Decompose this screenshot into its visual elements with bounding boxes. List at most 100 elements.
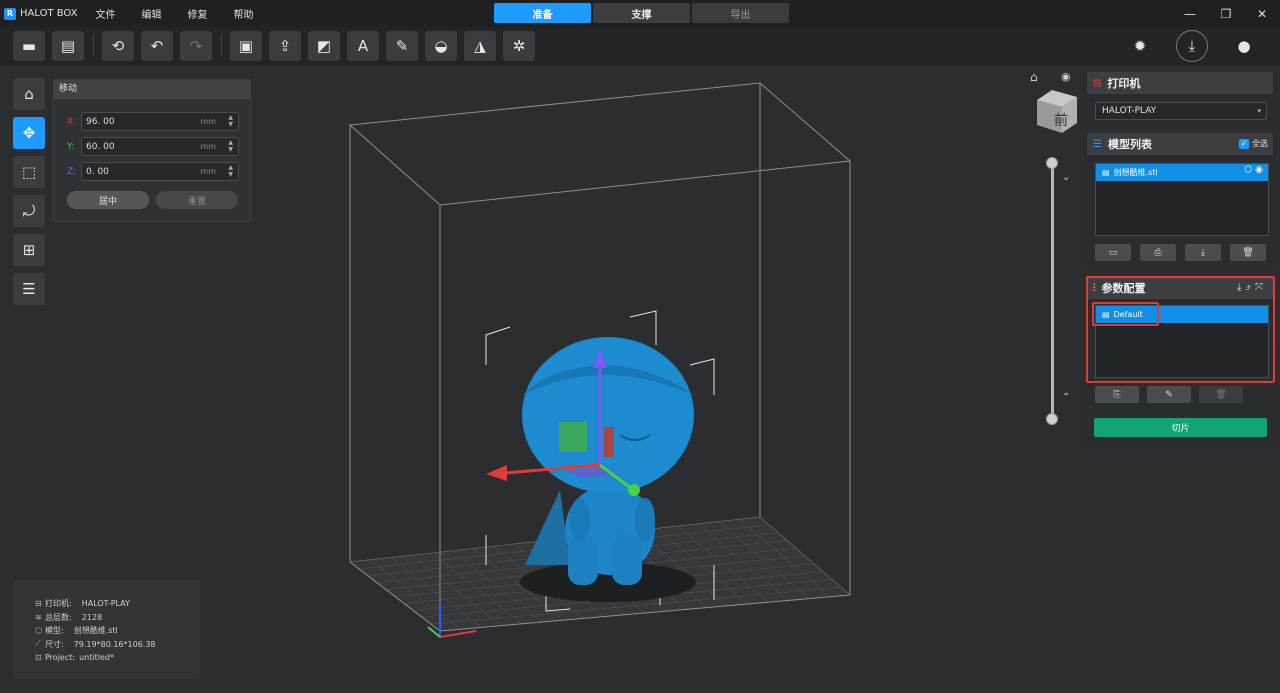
- view-cube-front-label: 前: [1054, 112, 1068, 129]
- info-layers: ≋ 总层数: 2128: [35, 612, 103, 622]
- menu-bar: 文件 编辑 修复 帮助: [96, 6, 280, 21]
- undo-icon[interactable]: ↶: [141, 31, 173, 61]
- rotate-tool-icon[interactable]: ⤾: [13, 195, 45, 227]
- text-icon[interactable]: A: [347, 31, 379, 61]
- lay-flat-icon[interactable]: ◒: [425, 31, 457, 61]
- slider-bottom-handle[interactable]: [1046, 413, 1058, 425]
- view-cube[interactable]: 前: [1037, 90, 1077, 133]
- history-icon[interactable]: ⟲: [102, 31, 134, 61]
- menu-repair[interactable]: 修复: [188, 6, 208, 21]
- y-unit: mm: [200, 142, 216, 151]
- mirror-icon[interactable]: ◮: [464, 31, 496, 61]
- tab-support[interactable]: 支撑: [593, 3, 690, 23]
- title-bar: R HALOT BOX 文件 编辑 修复 帮助 准备 支撑 导出 — ❐ ✕: [0, 0, 1280, 27]
- info-model: ⬡ 模型: 创想酷维.stl: [35, 626, 118, 636]
- highlight-param-section: [1086, 276, 1275, 383]
- duplicate-tool-icon[interactable]: ⊞: [13, 234, 45, 266]
- settings-icon[interactable]: ✹: [1124, 30, 1156, 62]
- chevron-up-icon[interactable]: ⌃: [1062, 392, 1070, 403]
- model-info-panel: ⊟ 打印机: HALOT-PLAY ≋ 总层数: 2128 ⬡ 模型: 创想酷维.stl ⟋…: [13, 580, 200, 679]
- x-unit: mm: [200, 117, 216, 126]
- auto-layout-icon[interactable]: ⌂: [13, 78, 45, 110]
- move-tool-icon[interactable]: ✥: [13, 117, 45, 149]
- close-icon[interactable]: ✕: [1244, 7, 1280, 21]
- model-list: ▤ 创想酷维.stl ⬡ ◉: [1095, 163, 1269, 236]
- restore-icon[interactable]: ❐: [1208, 7, 1244, 21]
- y-input[interactable]: 60. 00 mm ▲ ▼: [81, 137, 239, 156]
- measure-icon[interactable]: ✎: [386, 31, 418, 61]
- layer-slider[interactable]: [1046, 157, 1058, 425]
- place-model-icon[interactable]: ⤓: [1185, 244, 1221, 261]
- file-icon: ▤: [1102, 168, 1110, 177]
- cube-icon: ⬡: [35, 626, 42, 636]
- home-view-icon[interactable]: ⌂: [1030, 70, 1038, 84]
- tab-export[interactable]: 导出: [692, 3, 789, 23]
- repair-icon[interactable]: ✲: [503, 31, 535, 61]
- printer-select[interactable]: HALOT-PLAY ▾: [1095, 102, 1267, 120]
- layers-icon: ≋: [35, 612, 42, 622]
- z-spinner[interactable]: ▲ ▼: [228, 164, 233, 178]
- y-label: Y:: [67, 141, 75, 152]
- chevron-down-icon[interactable]: ⌄: [1062, 172, 1070, 183]
- checkbox-icon: ✓: [1239, 138, 1249, 149]
- hollow-icon[interactable]: ▣: [230, 31, 262, 61]
- model-list-buttons: ▭ ⎙ ⤓ 🗑: [1095, 244, 1275, 261]
- x-row: X: 96. 00 mm ▲ ▼: [67, 112, 239, 131]
- menu-edit[interactable]: 编辑: [142, 6, 162, 21]
- z-label: Z:: [67, 166, 77, 177]
- slider-top-handle[interactable]: [1046, 157, 1058, 169]
- logo-icon: R: [4, 7, 16, 20]
- open-folder-icon[interactable]: ▭: [1095, 244, 1131, 261]
- project-icon: ⊡: [35, 653, 42, 663]
- model-list-header: ☰ 模型列表 ✓ 全选: [1087, 133, 1273, 155]
- list-item[interactable]: ▤ 创想酷维.stl ⬡ ◉: [1096, 164, 1268, 181]
- y-value: 60. 00: [86, 141, 115, 152]
- visibility-eye-icon[interactable]: ◉: [1061, 70, 1071, 83]
- center-button[interactable]: 居中: [67, 191, 149, 209]
- move-panel: 移动 X: 96. 00 mm ▲ ▼ Y: 60. 00 mm ▲ ▼ Z: 0.…: [53, 79, 251, 222]
- download-icon[interactable]: ⤓: [1176, 30, 1208, 62]
- tab-prepare[interactable]: 准备: [494, 3, 591, 23]
- x-label: X:: [67, 116, 77, 127]
- x-value: 96. 00: [86, 116, 115, 127]
- delete-icon[interactable]: 🗑: [1199, 386, 1243, 403]
- scale-tool-icon[interactable]: ⬚: [13, 156, 45, 188]
- y-spinner[interactable]: ▲ ▼: [228, 139, 233, 153]
- info-project: ⊡ Project: untitled*: [35, 653, 114, 663]
- delete-icon[interactable]: 🗑: [1230, 244, 1266, 261]
- toolbar-divider: [93, 34, 94, 58]
- slice-button[interactable]: 切片: [1094, 418, 1267, 437]
- redo-icon[interactable]: ↷: [180, 31, 212, 61]
- window-controls: — ❐ ✕: [1172, 0, 1280, 27]
- x-input[interactable]: 96. 00 mm ▲ ▼: [81, 112, 239, 131]
- printer-header: ⊟ 打印机: [1087, 72, 1273, 94]
- list-icon: ☰: [1093, 138, 1102, 150]
- export-model-icon[interactable]: ⇪: [269, 31, 301, 61]
- x-spinner[interactable]: ▲ ▼: [228, 114, 233, 128]
- minimize-icon[interactable]: —: [1172, 7, 1208, 21]
- cut-icon[interactable]: ◩: [308, 31, 340, 61]
- menu-help[interactable]: 帮助: [234, 6, 254, 21]
- select-all-checkbox[interactable]: ✓ 全选: [1239, 138, 1268, 149]
- z-input[interactable]: 0. 00 mm ▲ ▼: [81, 162, 239, 181]
- z-value: 0. 00: [86, 166, 109, 177]
- main-toolbar: ▬ ▤ ⟲ ↶ ↷ ▣ ⇪ ◩ A ✎ ◒ ◮ ✲ ✹ ⤓ ●: [0, 27, 1280, 65]
- param-buttons: ⎘ ✎ 🗑: [1095, 386, 1251, 403]
- right-panel: ⊟ 打印机 HALOT-PLAY ▾ ☰ 模型列表 ✓ 全选 ▤ 创想酷维.stl ⬡ …: [1086, 72, 1275, 450]
- menu-file[interactable]: 文件: [96, 6, 116, 21]
- reset-button[interactable]: 重置: [156, 191, 238, 209]
- add-model-icon[interactable]: ⎙: [1140, 244, 1176, 261]
- add-config-icon[interactable]: ⎘: [1095, 386, 1139, 403]
- import-icon[interactable]: ▤: [52, 31, 84, 61]
- app-logo: R HALOT BOX: [4, 7, 78, 20]
- printer-icon: ⊟: [1093, 77, 1102, 89]
- user-icon[interactable]: ●: [1228, 30, 1260, 62]
- move-panel-title: 移动: [54, 80, 250, 99]
- printer-section: ⊟ 打印机 HALOT-PLAY ▾: [1087, 72, 1273, 127]
- list-tool-icon[interactable]: ☰: [13, 273, 45, 305]
- open-file-icon[interactable]: ▬: [13, 31, 45, 61]
- cube-eye-icons[interactable]: ⬡ ◉: [1244, 165, 1263, 175]
- z-row: Z: 0. 00 mm ▲ ▼: [67, 162, 239, 181]
- edit-icon[interactable]: ✎: [1147, 386, 1191, 403]
- z-unit: mm: [200, 167, 216, 176]
